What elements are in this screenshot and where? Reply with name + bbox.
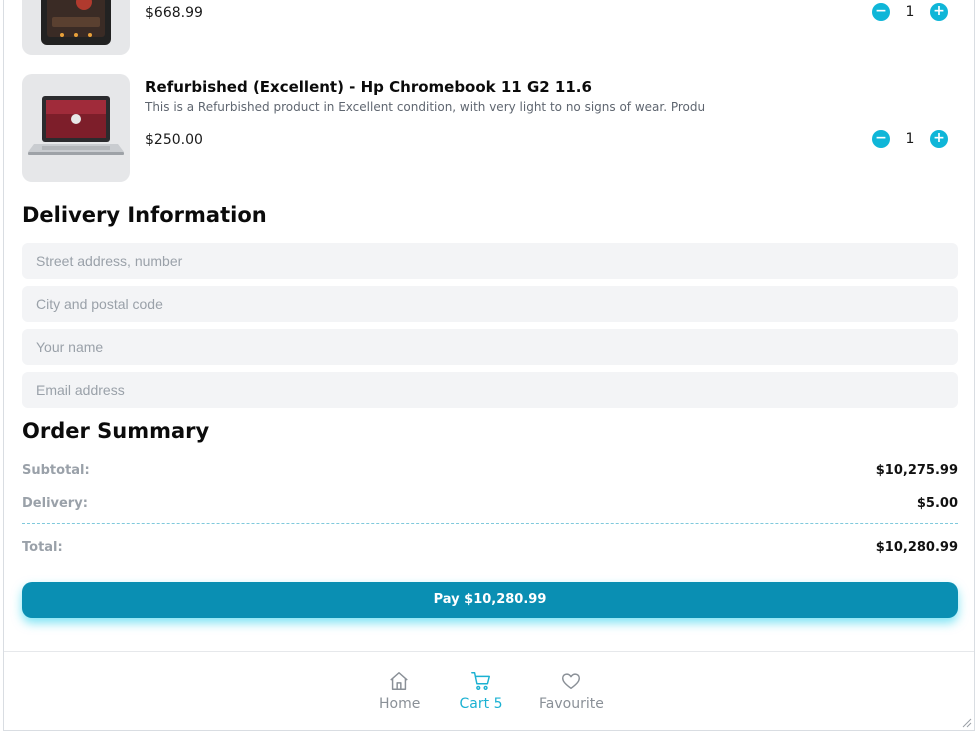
cart-icon — [471, 672, 490, 690]
nav-item-cart[interactable]: Cart 5 — [459, 670, 503, 712]
quantity-stepper: − 1 + — [872, 3, 948, 21]
quantity-value: 1 — [905, 131, 915, 147]
delivery-title: Delivery Information — [22, 203, 267, 227]
phone-image — [41, 0, 111, 45]
cart-item: $668.99 − 1 + — [22, 0, 958, 55]
quantity-value: 1 — [905, 4, 915, 20]
street-address-field[interactable] — [22, 243, 958, 279]
product-price: $668.99 — [145, 5, 203, 21]
nav-label: Home — [379, 696, 421, 712]
plus-icon[interactable]: + — [930, 3, 948, 21]
nav-item-favourite[interactable]: Favourite — [539, 670, 604, 712]
home-icon — [390, 672, 408, 690]
minus-icon[interactable]: − — [872, 130, 890, 148]
email-field[interactable] — [22, 372, 958, 408]
nav-item-home[interactable]: Home — [379, 670, 421, 712]
minus-icon[interactable]: − — [872, 3, 890, 21]
delivery-value: $5.00 — [916, 496, 958, 511]
cart-item: Refurbished (Excellent) - Hp Chromebook … — [22, 74, 958, 182]
total-label: Total: — [22, 540, 63, 555]
product-image — [22, 0, 130, 55]
pay-button[interactable]: Pay $10,280.99 — [22, 582, 958, 618]
summary-divider — [22, 523, 958, 524]
nav-label: Cart 5 — [459, 696, 503, 712]
product-title: Refurbished (Excellent) - Hp Chromebook … — [145, 78, 592, 96]
heart-icon — [562, 673, 580, 690]
city-postal-field[interactable] — [22, 286, 958, 322]
nav-label: Favourite — [539, 696, 604, 712]
bottom-navigation: Home Cart 5 Favourite — [4, 651, 974, 730]
plus-icon[interactable]: + — [930, 130, 948, 148]
resize-grip-icon[interactable] — [960, 716, 972, 728]
laptop-image — [28, 96, 124, 155]
total-value: $10,280.99 — [875, 540, 958, 555]
total-row: Total: $10,280.99 — [22, 540, 958, 560]
subtotal-value: $10,275.99 — [875, 463, 958, 478]
order-summary-title: Order Summary — [22, 419, 210, 443]
app-window: $668.99 − 1 + Refurbished (Excellent) - … — [3, 0, 975, 731]
subtotal-row: Subtotal: $10,275.99 — [22, 463, 958, 483]
name-field[interactable] — [22, 329, 958, 365]
subtotal-label: Subtotal: — [22, 463, 90, 478]
delivery-label: Delivery: — [22, 496, 88, 511]
product-image — [22, 74, 130, 182]
product-price: $250.00 — [145, 132, 203, 148]
product-description: This is a Refurbished product in Excelle… — [145, 100, 705, 114]
delivery-row: Delivery: $5.00 — [22, 496, 958, 516]
quantity-stepper: − 1 + — [872, 130, 948, 148]
